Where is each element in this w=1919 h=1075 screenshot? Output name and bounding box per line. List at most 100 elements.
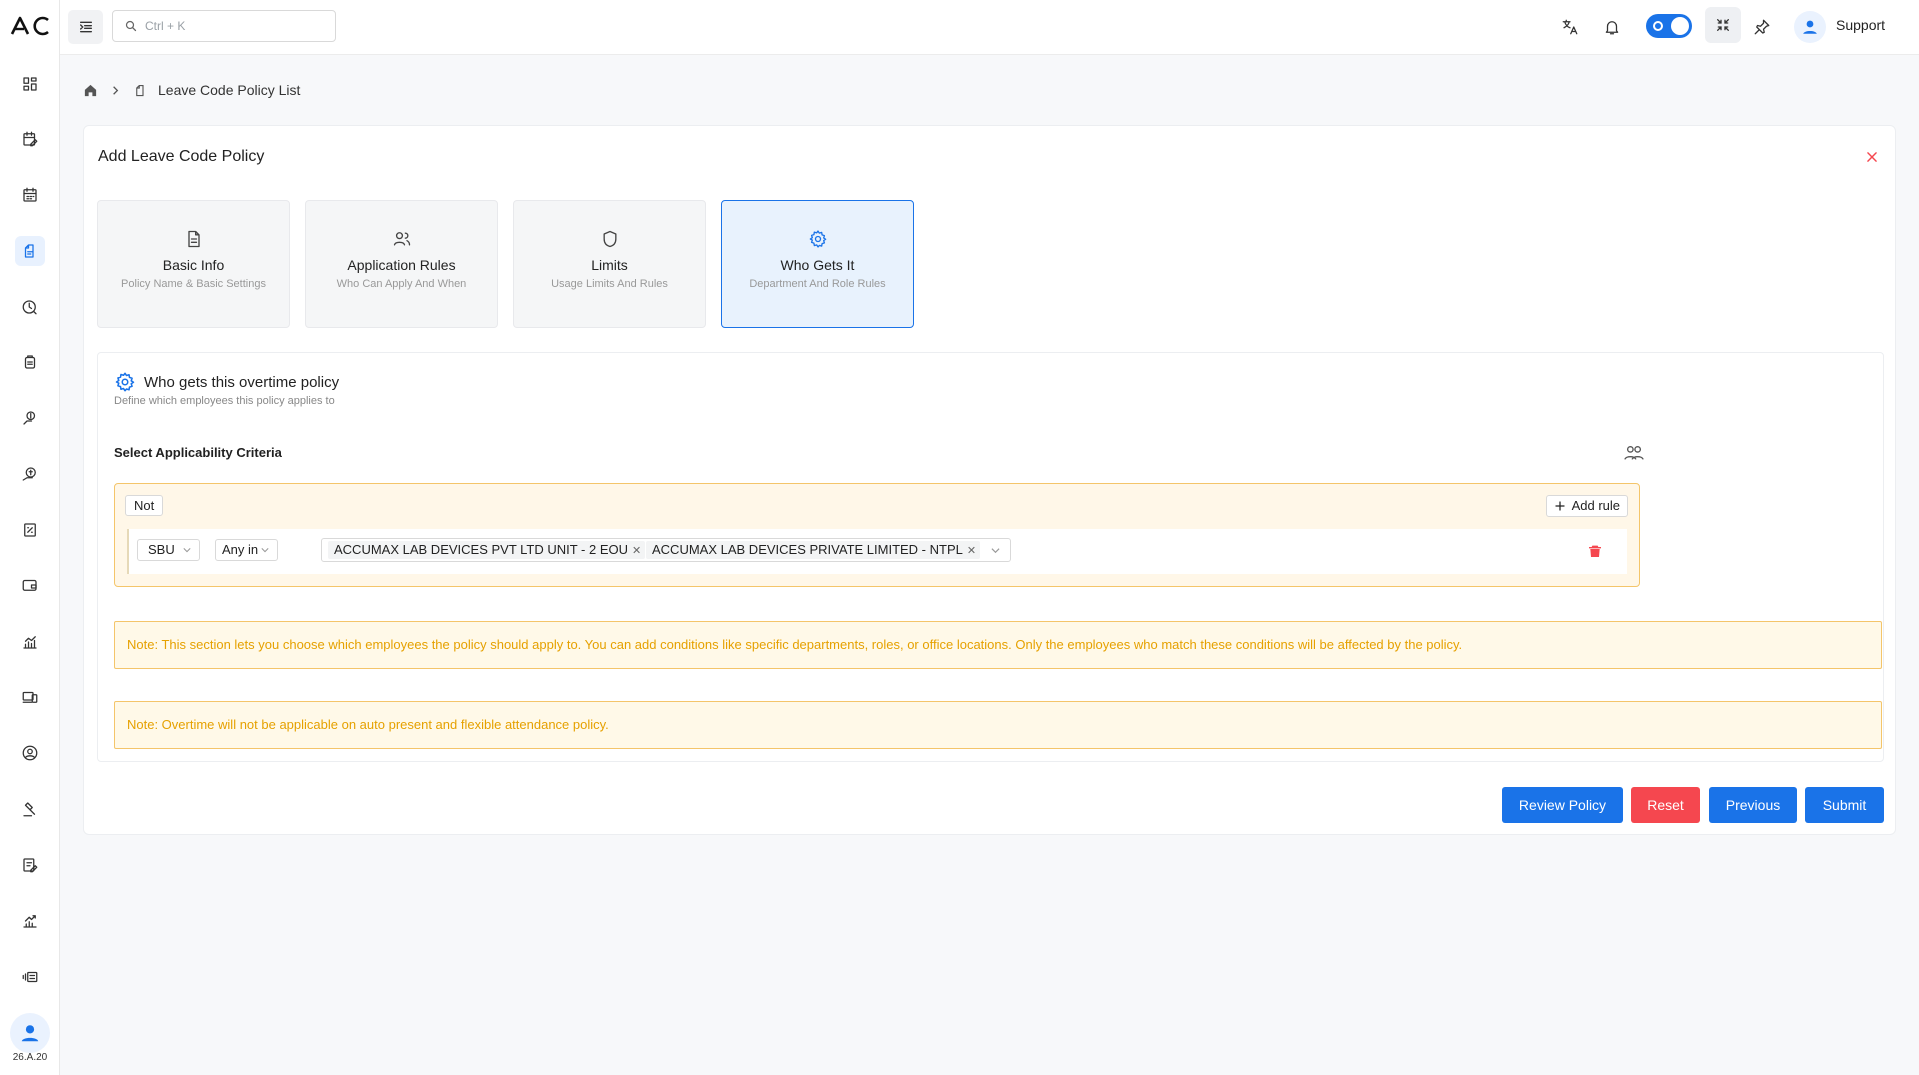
sidebar-item-leave[interactable]	[15, 236, 45, 266]
step-who-gets-it[interactable]: Who Gets It Department And Role Rules	[721, 200, 914, 328]
criteria-label: Select Applicability Criteria	[114, 445, 282, 460]
breadcrumb: Leave Code Policy List	[83, 82, 300, 98]
user-circle-icon	[22, 745, 38, 761]
step-subtitle: Policy Name & Basic Settings	[121, 278, 266, 290]
sidebar-item-attendance[interactable]	[15, 347, 45, 377]
group-users-icon[interactable]	[1623, 443, 1645, 463]
sidebar-item-profile[interactable]	[15, 738, 45, 768]
document-icon	[187, 230, 200, 248]
page-title: Add Leave Code Policy	[98, 148, 265, 165]
value-tag: ACCUMAX LAB DEVICES PRIVATE LIMITED - NT…	[646, 541, 981, 559]
sidebar-item-payroll[interactable]	[15, 403, 45, 433]
section-header: Who gets this overtime policy	[114, 371, 339, 393]
wallet-icon	[22, 579, 37, 591]
sidebar-item-dashboard[interactable]	[15, 69, 45, 99]
translate-button[interactable]	[1556, 13, 1584, 41]
sidebar-item-settings[interactable]	[15, 962, 45, 992]
submit-button[interactable]: Submit	[1805, 787, 1884, 823]
sidebar-item-forms[interactable]	[15, 850, 45, 880]
form-edit-icon	[23, 858, 38, 873]
add-rule-label: Add rule	[1571, 498, 1620, 513]
calendar-icon	[23, 187, 37, 202]
user-icon	[21, 1025, 39, 1042]
step-basic-info[interactable]: Basic Info Policy Name & Basic Settings	[97, 200, 290, 328]
devices-icon	[22, 691, 38, 703]
add-rule-button[interactable]: Add rule	[1545, 495, 1628, 517]
coin-icon	[22, 467, 36, 481]
plus-icon	[1554, 501, 1565, 511]
step-title: Who Gets It	[780, 257, 855, 273]
operator-select[interactable]: Any in	[215, 539, 278, 561]
gear-icon	[809, 230, 826, 248]
not-toggle-button[interactable]: Not	[125, 495, 164, 516]
sidebar-item-devices[interactable]	[15, 682, 45, 712]
bell-icon	[1605, 21, 1619, 35]
reset-button[interactable]: Reset	[1631, 787, 1700, 823]
sidebar-item-legal[interactable]	[15, 794, 45, 824]
calendar-edit-icon	[23, 131, 38, 147]
close-icon	[1867, 152, 1877, 162]
step-subtitle: Usage Limits And Rules	[551, 278, 668, 290]
chevron-down-icon	[183, 548, 191, 553]
step-title: Limits	[591, 257, 628, 273]
user-icon	[1803, 20, 1817, 34]
add-policy-card: Add Leave Code Policy Basic Info Policy …	[83, 125, 1896, 835]
users-icon	[393, 232, 410, 246]
step-limits[interactable]: Limits Usage Limits And Rules	[513, 200, 706, 328]
operator-value: Any in	[222, 542, 259, 557]
leave-icon	[136, 84, 144, 96]
fullscreen-button[interactable]	[1705, 7, 1741, 43]
shield-icon	[603, 230, 616, 248]
menu-toggle-button[interactable]	[68, 10, 103, 44]
breadcrumb-current[interactable]: Leave Code Policy List	[158, 82, 300, 98]
section-subtitle: Define which employees this policy appli…	[114, 395, 335, 407]
tag-label: ACCUMAX LAB DEVICES PVT LTD UNIT - 2 EOU	[334, 542, 629, 557]
support-link[interactable]: Support	[1836, 17, 1885, 33]
translate-icon	[1562, 19, 1578, 35]
cards-icon	[22, 971, 38, 983]
sidebar-item-tasks[interactable]	[15, 124, 45, 154]
sidebar-item-reports[interactable]	[15, 515, 45, 545]
step-subtitle: Who Can Apply And When	[336, 278, 467, 290]
growth-icon	[23, 915, 37, 928]
dashboard-icon	[23, 77, 37, 91]
applicability-section: Who gets this overtime policy Define whi…	[97, 352, 1884, 762]
profile-avatar[interactable]	[1794, 11, 1826, 43]
info-note: Note: This section lets you choose which…	[114, 621, 1882, 669]
notifications-button[interactable]	[1598, 13, 1626, 41]
field-select[interactable]: SBU	[137, 539, 200, 561]
gear-icon	[115, 372, 135, 392]
step-title: Application Rules	[347, 257, 456, 273]
tag-label: ACCUMAX LAB DEVICES PRIVATE LIMITED - NT…	[652, 542, 963, 557]
close-button[interactable]	[1861, 146, 1883, 168]
review-policy-button[interactable]: Review Policy	[1502, 787, 1623, 823]
sidebar-item-calendar[interactable]	[15, 180, 45, 210]
theme-toggle[interactable]	[1646, 14, 1692, 38]
remove-tag-icon[interactable]: ✕	[967, 545, 976, 557]
step-title: Basic Info	[162, 257, 225, 273]
chevron-down-icon	[261, 548, 269, 553]
app-logo[interactable]	[10, 14, 50, 38]
report-icon	[24, 523, 36, 537]
overtime-note: Note: Overtime will not be applicable on…	[114, 701, 1882, 749]
previous-button[interactable]: Previous	[1709, 787, 1797, 823]
remove-tag-icon[interactable]: ✕	[632, 545, 641, 557]
sidebar-item-analytics[interactable]	[15, 627, 45, 657]
rule-row: SBU Any in ACCUMAX LAB DEVICES PVT LTD U…	[127, 529, 1627, 574]
values-multiselect[interactable]: ACCUMAX LAB DEVICES PVT LTD UNIT - 2 EOU…	[321, 538, 1011, 562]
pin-button[interactable]	[1748, 13, 1776, 41]
chevron-right-icon	[113, 85, 119, 95]
sidebar-item-performance[interactable]	[15, 906, 45, 936]
sidebar-item-expenses[interactable]	[15, 459, 45, 489]
field-value: SBU	[148, 542, 175, 557]
user-avatar[interactable]	[10, 1013, 50, 1053]
delete-icon[interactable]	[1587, 543, 1603, 559]
search-input[interactable]: Ctrl + K	[112, 10, 336, 42]
sidebar-item-time[interactable]	[15, 292, 45, 322]
sidebar-item-wallet[interactable]	[15, 570, 45, 600]
home-icon[interactable]	[83, 83, 98, 98]
collapse-icon	[1717, 19, 1729, 31]
topbar: Ctrl + K Support	[60, 0, 1919, 55]
pin-icon	[1754, 19, 1770, 35]
step-application-rules[interactable]: Application Rules Who Can Apply And When	[305, 200, 498, 328]
